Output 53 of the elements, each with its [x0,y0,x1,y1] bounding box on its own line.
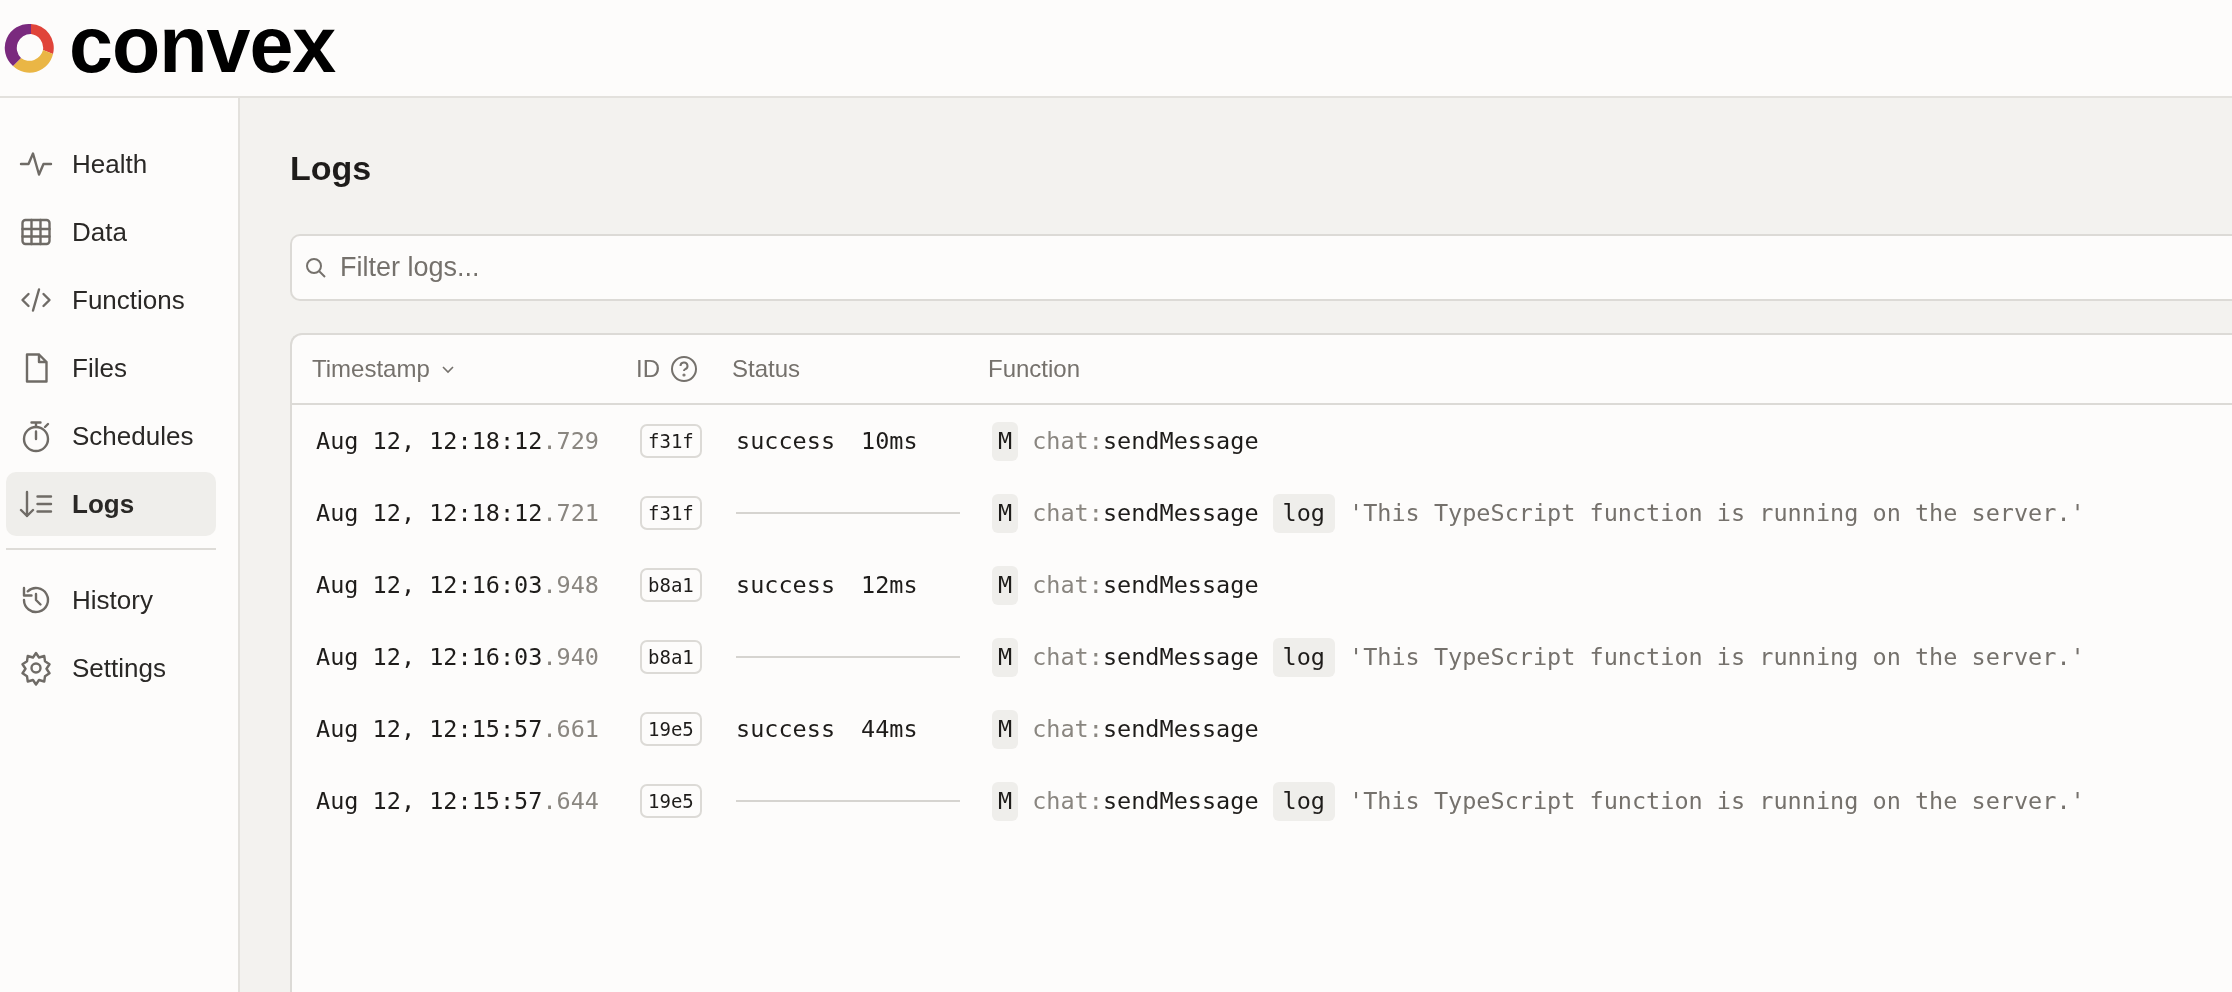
log-level-tag: log [1272,781,1335,821]
request-id-tag: f31f [640,495,702,531]
timestamp: Aug 12, 12:18:12.729 [316,425,599,457]
sidebar-item[interactable]: Files [6,336,216,400]
function-name: chat:sendMessage [1032,569,1259,601]
request-id-tag: 19e5 [640,783,702,819]
sidebar-item[interactable]: Logs [6,472,216,536]
function-type-tag: M [992,709,1019,749]
column-header[interactable]: Timestamp [312,351,430,388]
page-title: Logs [290,148,373,189]
request-id-tag: b8a1 [640,639,702,675]
status-text: success [736,713,836,745]
timestamp: Aug 12, 12:18:12.721 [316,497,599,529]
settings-icon [18,650,54,686]
function-type-tag: M [992,637,1019,677]
timestamp: Aug 12, 12:16:03.948 [316,569,599,601]
sidebar-item[interactable]: Health [6,132,216,196]
log-message: 'This TypeScript function is running on the server.' [1349,785,2085,817]
function-type-tag: M [992,421,1019,461]
sidebar-item[interactable]: Schedules [6,404,216,468]
log-level-tag: log [1272,493,1335,533]
column-header: Function [988,354,1081,385]
function-type-tag: M [992,493,1019,533]
request-id-tag: f31f [640,423,702,459]
timestamp: Aug 12, 12:15:57.661 [316,713,599,745]
log-message: 'This TypeScript function is running on the server.' [1349,497,2085,529]
function-name: chat:sendMessage [1032,785,1259,817]
function-name: chat:sendMessage [1032,641,1259,673]
timestamp: Aug 12, 12:16:03.940 [316,641,599,673]
status-text: success [736,569,836,601]
filter-field[interactable]: Filter logs... [290,234,2232,302]
request-id-tag: b8a1 [640,567,702,603]
duration-text: 10ms [861,425,918,457]
log-level-tag: log [1272,637,1335,677]
sidebar-item[interactable]: Settings [6,636,216,700]
function-name: chat:sendMessage [1032,425,1259,457]
status-text: success [736,425,836,457]
help-icon[interactable] [670,355,698,384]
function-name: chat:sendMessage [1032,713,1259,745]
sidebar-item[interactable]: Data [6,200,216,264]
duration-text: 12ms [861,569,918,601]
sidebar-item[interactable]: History [6,568,216,632]
timestamp: Aug 12, 12:15:57.644 [316,785,599,817]
duration-text: 44ms [861,713,918,745]
column-header: Status [732,354,801,385]
function-type-tag: M [992,565,1019,605]
request-id-tag: 19e5 [640,711,702,747]
function-type-tag: M [992,781,1019,821]
sidebar-item[interactable]: Functions [6,268,216,332]
log-message: 'This TypeScript function is running on the server.' [1349,641,2085,673]
function-name: chat:sendMessage [1032,497,1259,529]
column-header: ID [636,354,660,385]
logo-wordmark: convex [69,4,336,84]
